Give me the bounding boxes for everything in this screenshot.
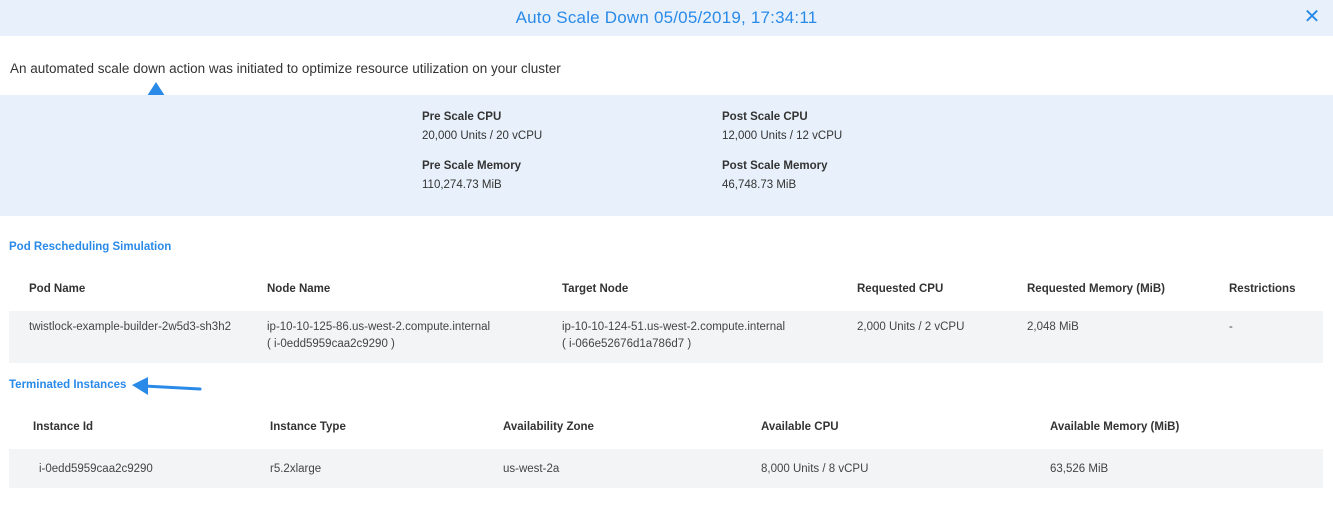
instance-id-cell: i-0edd5959caa2c9290	[39, 463, 153, 475]
column-header-availability-zone: Availability Zone	[503, 421, 594, 433]
post-scale-memory-label: Post Scale Memory	[722, 160, 828, 172]
target-node-instance-id: ( i-066e52676d1a786d7 )	[562, 338, 692, 350]
target-node-cell: ip-10-10-124-51.us-west-2.compute.intern…	[562, 319, 785, 353]
instance-type-cell: r5.2xlarge	[270, 463, 322, 475]
post-scale-memory-value: 46,748.73 MiB	[722, 179, 797, 191]
pod-rescheduling-title[interactable]: Pod Rescheduling Simulation	[9, 241, 171, 253]
pre-scale-cpu-value: 20,000 Units / 20 vCPU	[422, 130, 543, 142]
post-scale-cpu-label: Post Scale CPU	[722, 111, 808, 123]
pre-scale-memory: Pre Scale Memory 110,274.73 MiB	[422, 160, 521, 191]
post-scale-memory: Post Scale Memory 46,748.73 MiB	[722, 160, 827, 191]
column-header-requested-memory: Requested Memory (MiB)	[1027, 283, 1166, 295]
pre-scale-cpu-label: Pre Scale CPU	[422, 111, 502, 123]
column-header-requested-cpu: Requested CPU	[857, 283, 944, 295]
available-memory-cell: 63,526 MiB	[1050, 463, 1109, 475]
dialog-header: Auto Scale Down 05/05/2019, 17:34:11 ✕	[0, 0, 1333, 36]
column-header-restrictions: Restrictions	[1229, 283, 1296, 295]
pre-scale-memory-value: 110,274.73 MiB	[422, 179, 502, 191]
restrictions-cell: -	[1229, 321, 1233, 333]
target-node-name: ip-10-10-124-51.us-west-2.compute.intern…	[562, 321, 786, 333]
table-row[interactable]: i-0edd5959caa2c9290 r5.2xlarge us-west-2…	[9, 449, 1323, 488]
annotation-arrow-left-icon	[132, 377, 202, 395]
post-scale-cpu-value: 12,000 Units / 12 vCPU	[722, 130, 843, 142]
available-cpu-cell: 8,000 Units / 8 vCPU	[761, 463, 869, 475]
post-scale-cpu: Post Scale CPU 12,000 Units / 12 vCPU	[722, 111, 842, 142]
column-header-pod-name: Pod Name	[29, 283, 86, 295]
pod-name-cell: twistlock-example-builder-2w5d3-sh3h2	[29, 321, 231, 333]
intro-text: An automated scale down action was initi…	[10, 61, 561, 76]
column-header-target-node: Target Node	[562, 283, 629, 295]
column-header-instance-id: Instance Id	[33, 421, 94, 433]
pre-scale-cpu: Pre Scale CPU 20,000 Units / 20 vCPU	[422, 111, 542, 142]
requested-cpu-cell: 2,000 Units / 2 vCPU	[857, 321, 965, 333]
availability-zone-cell: us-west-2a	[503, 463, 560, 475]
column-header-instance-type: Instance Type	[270, 421, 346, 433]
node-name: ip-10-10-125-86.us-west-2.compute.intern…	[267, 321, 491, 333]
requested-memory-cell: 2,048 MiB	[1027, 321, 1079, 333]
column-header-available-memory: Available Memory (MiB)	[1050, 421, 1180, 433]
pre-scale-memory-label: Pre Scale Memory	[422, 160, 522, 172]
table-row[interactable]: twistlock-example-builder-2w5d3-sh3h2 ip…	[9, 311, 1323, 363]
scale-stats-panel: Pre Scale CPU 20,000 Units / 20 vCPU Pos…	[0, 95, 1333, 216]
column-header-available-cpu: Available CPU	[761, 421, 839, 433]
node-instance-id: ( i-0edd5959caa2c9290 )	[267, 338, 395, 350]
node-name-cell: ip-10-10-125-86.us-west-2.compute.intern…	[267, 319, 490, 353]
column-header-node-name: Node Name	[267, 283, 331, 295]
close-icon[interactable]: ✕	[1303, 7, 1321, 27]
dialog-title: Auto Scale Down 05/05/2019, 17:34:11	[515, 8, 818, 27]
terminated-instances-title[interactable]: Terminated Instances	[9, 379, 126, 391]
